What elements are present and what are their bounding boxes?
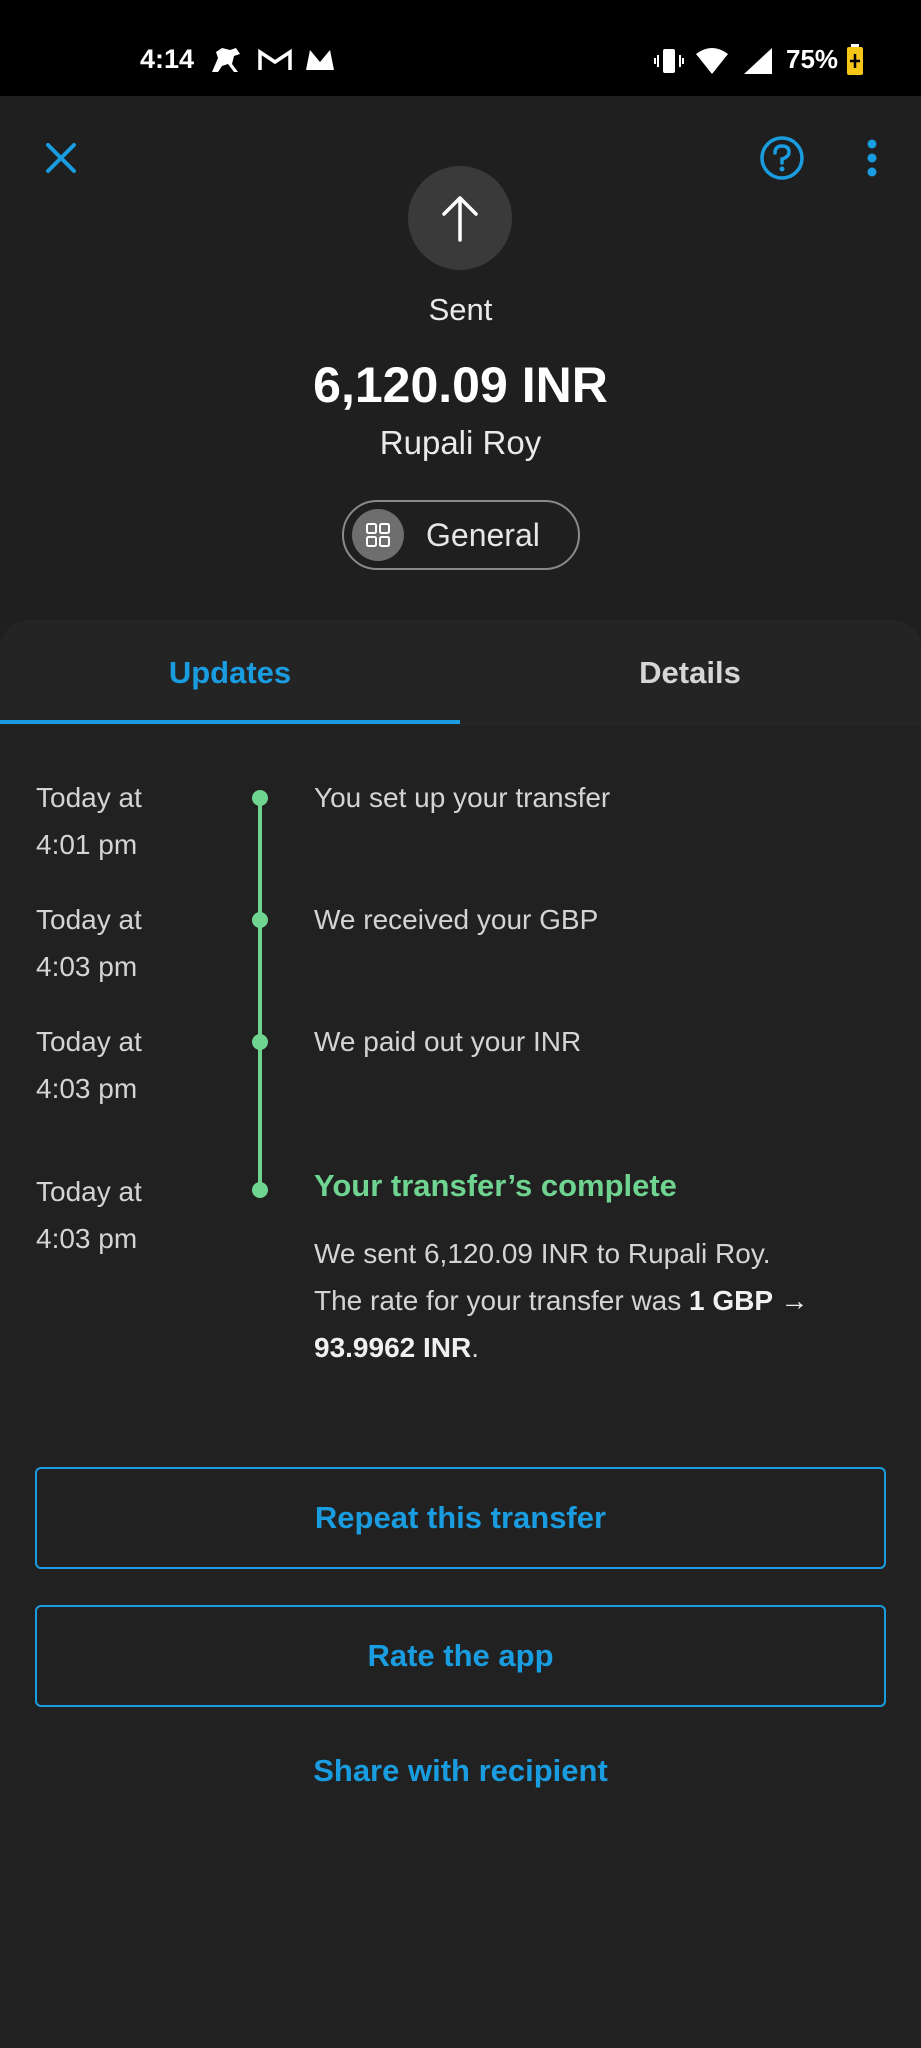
timeline-dot xyxy=(252,1182,268,1198)
sent-status-icon xyxy=(408,166,512,270)
horse-icon xyxy=(208,44,244,81)
recipient-name: Rupali Roy xyxy=(379,424,542,461)
timeline-dot xyxy=(252,912,268,928)
timeline-dot xyxy=(252,790,268,806)
repeat-transfer-button[interactable]: Repeat this transfer xyxy=(35,1467,886,1569)
tab-bar: Updates Details xyxy=(0,620,921,726)
timeline-time: Today at 4:01 pm xyxy=(36,782,142,860)
share-with-recipient-button[interactable]: Share with recipient xyxy=(0,1736,921,1806)
grid-icon xyxy=(352,509,404,561)
battery-icon xyxy=(846,44,864,81)
category-label: General xyxy=(426,516,540,553)
gmail-icon xyxy=(258,48,292,77)
tab-details[interactable]: Details xyxy=(460,620,920,726)
help-icon[interactable] xyxy=(750,126,814,190)
wifi-icon xyxy=(694,46,730,81)
more-vertical-icon[interactable] xyxy=(840,126,904,190)
timeline-time: Today at 4:03 pm xyxy=(36,1026,142,1104)
exchange-rate-to: 93.9962 INR xyxy=(314,1332,472,1363)
transfer-complete-title: Your transfer’s complete xyxy=(314,1168,677,1203)
status-bar: 4:14 75% xyxy=(0,0,921,96)
timeline-time: Today at 4:03 pm xyxy=(36,904,142,982)
timeline-line xyxy=(258,796,262,1190)
transfer-panel: Updates Details Today at 4:01 pm You set … xyxy=(0,620,921,2048)
timeline-dot xyxy=(252,1034,268,1050)
rate-app-button[interactable]: Rate the app xyxy=(35,1605,886,1707)
m-app-icon xyxy=(304,48,336,77)
timeline-event: You set up your transfer xyxy=(314,782,611,813)
status-time: 4:14 xyxy=(140,44,195,74)
vibrate-icon xyxy=(654,46,684,81)
close-icon[interactable] xyxy=(29,126,93,190)
category-chip[interactable]: General xyxy=(342,500,580,570)
exchange-rate-from: 1 GBP → xyxy=(689,1285,809,1316)
transfer-amount: 6,120.09 INR xyxy=(313,357,608,413)
signal-icon xyxy=(742,46,774,81)
active-tab-indicator xyxy=(0,720,460,724)
tab-updates[interactable]: Updates xyxy=(0,620,460,726)
transfer-complete-body: We sent 6,120.09 INR to Rupali Roy. The … xyxy=(314,1238,809,1363)
timeline-event: We received your GBP xyxy=(314,904,599,935)
battery-percent: 75% xyxy=(786,44,839,74)
timeline-event: We paid out your INR xyxy=(314,1026,582,1057)
timeline-time: Today at 4:03 pm xyxy=(36,1176,142,1254)
transfer-status-label: Sent xyxy=(428,292,493,327)
